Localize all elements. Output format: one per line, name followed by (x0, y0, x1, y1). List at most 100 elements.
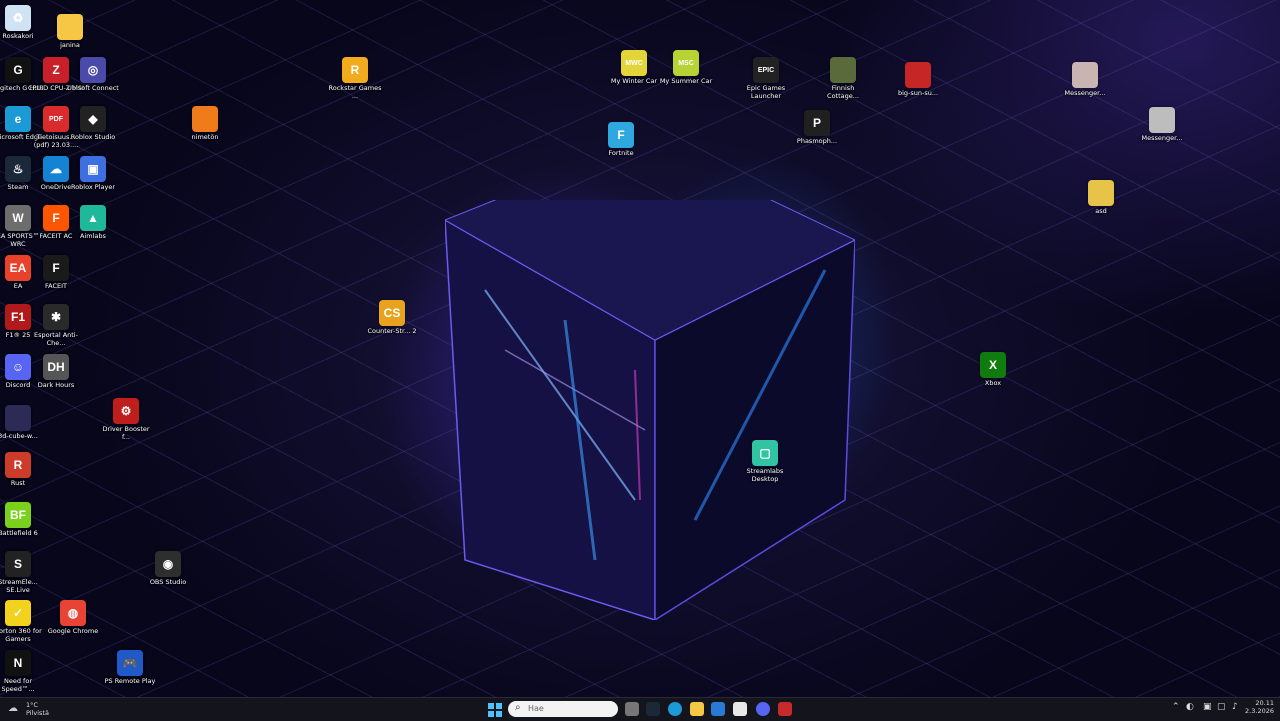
desktop-icon[interactable]: ✱ Esportal Anti-Che... (28, 304, 84, 347)
desktop-icon[interactable]: ♻ Roskakori (0, 5, 46, 41)
chevron-up-icon[interactable]: ⌃ (1172, 702, 1180, 712)
desktop-icon-label: Messenger... (1064, 89, 1106, 97)
desktop-icon[interactable]: Messenger... (1134, 107, 1190, 143)
desktop-icon-label: big-sun-su... (897, 89, 939, 97)
tray-app-icon-2[interactable]: ▣ (1203, 702, 1212, 712)
desktop-icon[interactable]: Messenger... (1057, 62, 1113, 98)
desktop-icon[interactable]: Finnish Cottage... (815, 57, 871, 100)
driver-booster-icon: ⚙ (113, 398, 139, 424)
desktop-icon[interactable]: nimetön (177, 106, 233, 142)
desktop-icon-label: Ubisoft Connect (67, 84, 119, 92)
desktop-icon-label: Phasmoph... (796, 137, 838, 145)
desktop-icon[interactable]: 3d-cube-w... (0, 405, 46, 441)
desktop-icon[interactable]: ◆ Roblox Studio (65, 106, 121, 142)
desktop-icon[interactable]: ◉ OBS Studio (140, 551, 196, 587)
taskbar-file-explorer-icon[interactable] (690, 702, 704, 716)
desktop-icon[interactable]: asd (1073, 180, 1129, 216)
desktop-icon[interactable]: MSC My Summer Car (658, 50, 714, 86)
taskbar-app-icon[interactable] (778, 702, 792, 716)
desktop-icon[interactable]: ▲ Aimlabs (65, 205, 121, 241)
windows-icon (488, 703, 502, 717)
streamlabs-icon: ▢ (752, 440, 778, 466)
desktop-icon[interactable]: ▢ Streamlabs Desktop (737, 440, 793, 483)
desktop-icon-label: Google Chrome (47, 627, 99, 635)
desktop-icon[interactable]: BF Battlefield 6 (0, 502, 46, 538)
desktop-icon-label: Dark Hours (37, 381, 75, 389)
file-icon (192, 106, 218, 132)
desktop-icon[interactable]: ◎ Ubisoft Connect (65, 57, 121, 93)
desktop-icon[interactable]: 🎮 PS Remote Play (102, 650, 158, 686)
xbox-icon: X (980, 352, 1006, 378)
taskbar-discord-icon[interactable] (756, 702, 770, 716)
phasmophobia-icon: P (804, 110, 830, 136)
desktop-icon[interactable]: S StreamEle... SE.Live (0, 551, 46, 594)
desktop-icon[interactable]: DH Dark Hours (28, 354, 84, 390)
desktop-icon-label: StreamEle... SE.Live (0, 578, 38, 594)
ps-remote-play-icon: 🎮 (117, 650, 143, 676)
cloud-icon: ☁ (8, 703, 18, 714)
desktop-icon-label: Rust (10, 479, 26, 487)
image-file-icon (5, 405, 31, 431)
desktop-icon[interactable]: F Fortnite (593, 122, 649, 158)
desktop-icon-label: nimetön (191, 133, 219, 141)
desktop-icon[interactable]: ✓Norton 360 for Gamers (0, 600, 46, 643)
desktop-icon[interactable]: R Rockstar Games ... (327, 57, 383, 100)
desktop-icon[interactable]: EPIC Epic Games Launcher (738, 57, 794, 100)
desktop-icon[interactable]: P Phasmoph... (789, 110, 845, 146)
search-icon: ⌕ (515, 702, 521, 713)
rockstar-icon: R (342, 57, 368, 83)
norton-icon: ✓ (5, 600, 31, 626)
tray-app-icon[interactable]: ◐ (1186, 702, 1194, 712)
desktop-icon-label: Aimlabs (80, 232, 106, 240)
clock[interactable]: 20.11 2.3.2026 (1244, 699, 1274, 719)
roblox-studio-icon: ◆ (80, 106, 106, 132)
nfs-icon: N (5, 650, 31, 676)
desktop-icon-label: FACEIT (44, 282, 67, 290)
folder-icon (1088, 180, 1114, 206)
desktop-icon[interactable]: F FACEIT (28, 255, 84, 291)
volume-icon[interactable]: ♪ (1232, 702, 1238, 712)
dark-hours-icon: DH (43, 354, 69, 380)
desktop-icon-label: Roblox Studio (70, 133, 116, 141)
roblox-player-icon: ▣ (80, 156, 106, 182)
desktop-icon[interactable]: X Xbox (965, 352, 1021, 388)
weather-widget[interactable]: ☁ 1°C Pilvistä (8, 701, 68, 718)
desktop-icon[interactable]: MWC My Winter Car (606, 50, 662, 86)
desktop-icon-label: OBS Studio (149, 578, 187, 586)
folder-icon (57, 14, 83, 40)
wallpaper-tile-pattern (0, 0, 1280, 697)
taskbar-store-icon[interactable] (733, 702, 747, 716)
desktop-icon-label: Rockstar Games ... (328, 84, 382, 100)
messenger-icon (1149, 107, 1175, 133)
desktop-icon[interactable]: ◍ Google Chrome (45, 600, 101, 636)
desktop-icon[interactable]: janina (42, 14, 98, 50)
desktop[interactable]: ♻RoskakorijaninaGLogitech G HUBZCPUID CP… (0, 0, 1280, 697)
desktop-icon[interactable]: N Need for Speed™... (0, 650, 46, 693)
desktop-icon-label: Epic Games Launcher (746, 84, 786, 100)
desktop-icon[interactable]: ⚙ Driver Booster f... (98, 398, 154, 441)
my-summer-car-icon: MSC (673, 50, 699, 76)
taskbar-steam-icon[interactable] (646, 702, 660, 716)
streamelements-icon: S (5, 551, 31, 577)
search-placeholder: Hae (528, 704, 544, 713)
task-view-button[interactable] (625, 702, 639, 716)
ubisoft-icon: ◎ (80, 57, 106, 83)
desktop-icon[interactable]: big-sun-su... (890, 62, 946, 98)
desktop-icon-label: Esportal Anti-Che... (34, 331, 78, 347)
desktop-icon-label: My Winter Car (610, 77, 658, 85)
fortnite-icon: F (608, 122, 634, 148)
start-button[interactable] (488, 702, 502, 717)
taskbar-search[interactable]: ⌕ Hae (508, 701, 618, 717)
desktop-icon-label: Counter-Str... 2 (367, 327, 417, 335)
aimlabs-icon: ▲ (80, 205, 106, 231)
taskbar-edge-icon[interactable] (668, 702, 682, 716)
desktop-icon[interactable]: R Rust (0, 452, 46, 488)
desktop-icon[interactable]: ▣ Roblox Player (65, 156, 121, 192)
desktop-icon-label: janina (60, 41, 80, 49)
desktop-icon[interactable]: CS Counter-Str... 2 (364, 300, 420, 336)
desktop-icon-label: 3d-cube-w... (0, 432, 38, 440)
taskbar: ☁ 1°C Pilvistä ⌕ Hae ⌃ ◐ ▣ ▢ ♪ 20.11 2.3… (0, 697, 1280, 721)
desktop-icon-label: Messenger... (1141, 134, 1183, 142)
tray-app-icon-3[interactable]: ▢ (1217, 702, 1226, 712)
taskbar-mail-icon[interactable] (711, 702, 725, 716)
